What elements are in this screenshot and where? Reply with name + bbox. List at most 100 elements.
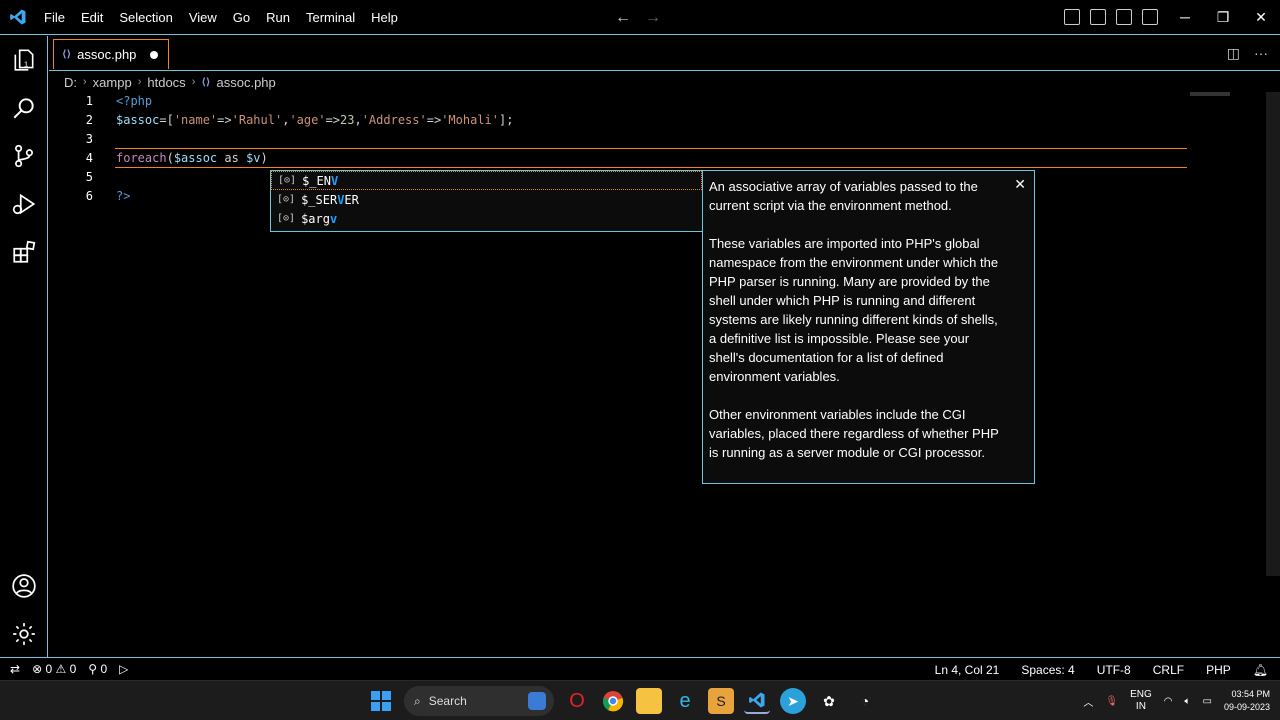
- tab-bar: ⟨⟩ assoc.php ◫ ···: [49, 36, 1280, 71]
- editor-actions: ◫ ···: [1227, 45, 1268, 62]
- show-hidden-icons-icon[interactable]: ︿: [1083, 694, 1093, 709]
- close-window-icon[interactable]: ✕: [1242, 0, 1280, 35]
- line-number: 3: [85, 132, 93, 146]
- breadcrumb-file[interactable]: assoc.php: [217, 75, 276, 90]
- toggle-secondary-sidebar-icon[interactable]: [1116, 9, 1132, 25]
- menu-selection[interactable]: Selection: [111, 0, 180, 35]
- error-icon: ⊗: [32, 662, 43, 676]
- warning-count: 0: [69, 662, 77, 676]
- minimap[interactable]: [1190, 92, 1230, 96]
- windows-taskbar: ⌕ Search O e S ➤ ✿ ◔ ︿ 🎙︎ ENG IN ◠ 🔈︎ ▭ …: [0, 680, 1280, 720]
- chevron-right-icon: ›: [137, 76, 142, 88]
- battery-icon[interactable]: ▭: [1203, 696, 1212, 707]
- opera-icon[interactable]: O: [564, 688, 590, 714]
- taskbar-search[interactable]: ⌕ Search: [404, 686, 554, 716]
- microphone-icon[interactable]: 🎙︎: [1105, 696, 1118, 707]
- language-mode[interactable]: PHP: [1206, 663, 1231, 677]
- suggestion-item[interactable]: [⊙] $argv: [271, 209, 702, 228]
- vscode-taskbar-icon[interactable]: [744, 688, 770, 714]
- menu-help[interactable]: Help: [363, 0, 406, 35]
- clock-date: 09-09-2023: [1223, 702, 1270, 712]
- remote-icon[interactable]: ⇄: [10, 662, 20, 676]
- encoding[interactable]: UTF-8: [1097, 663, 1131, 677]
- indentation[interactable]: Spaces: 4: [1021, 663, 1074, 677]
- suggestion-item[interactable]: [⊙] $_ENV: [271, 171, 702, 190]
- app-icon[interactable]: ✿: [816, 688, 842, 714]
- volume-icon[interactable]: 🔈︎: [1185, 696, 1191, 707]
- file-explorer-icon[interactable]: [636, 688, 662, 714]
- code-token: (: [166, 151, 174, 165]
- run-tasks-icon[interactable]: ▷: [119, 662, 128, 676]
- language-indicator[interactable]: ENG IN: [1130, 689, 1152, 713]
- wifi-icon[interactable]: ◠: [1164, 696, 1173, 707]
- code-text: ?>: [116, 187, 130, 206]
- minimize-icon[interactable]: ─: [1166, 0, 1204, 35]
- menu-run[interactable]: Run: [258, 0, 298, 35]
- menu-edit[interactable]: Edit: [73, 0, 111, 35]
- vertical-scrollbar[interactable]: [1266, 92, 1280, 576]
- cursor-position[interactable]: Ln 4, Col 21: [935, 663, 1000, 677]
- breadcrumb-xampp[interactable]: xampp: [93, 75, 132, 90]
- region-code: IN: [1135, 701, 1146, 712]
- menu-view[interactable]: View: [181, 0, 225, 35]
- toggle-panel-icon[interactable]: [1090, 9, 1106, 25]
- code-token: =>: [325, 113, 341, 127]
- clock[interactable]: 03:54 PM 09-09-2023: [1224, 688, 1270, 714]
- system-tray: ︿ 🎙︎ ENG IN ◠ 🔈︎ ▭ 03:54 PM 09-09-2023: [1083, 681, 1270, 720]
- breadcrumb-htdocs[interactable]: htdocs: [147, 75, 185, 90]
- window-controls: ─ ❐ ✕: [1166, 0, 1280, 35]
- code-token: ): [260, 151, 268, 165]
- forward-arrow-icon[interactable]: →: [645, 9, 661, 27]
- breadcrumb-drive[interactable]: D:: [64, 75, 77, 90]
- run-debug-icon[interactable]: [0, 180, 48, 228]
- close-icon[interactable]: ✕: [1014, 175, 1026, 194]
- more-actions-icon[interactable]: ···: [1254, 45, 1268, 62]
- recorder-icon[interactable]: ◔: [852, 688, 878, 714]
- menu-go[interactable]: Go: [225, 0, 258, 35]
- end-of-line[interactable]: CRLF: [1153, 663, 1184, 677]
- suggestion-label: $_SERVER: [301, 193, 359, 207]
- toggle-sidebar-icon[interactable]: [1064, 9, 1080, 25]
- windows-start-icon[interactable]: [368, 688, 394, 714]
- code-line[interactable]: 1 <?php: [49, 92, 1229, 111]
- code-token: 'Mohali': [441, 113, 499, 127]
- search-icon: ⌕: [414, 693, 421, 708]
- maximize-icon[interactable]: ❐: [1204, 0, 1242, 35]
- menu-terminal[interactable]: Terminal: [298, 0, 363, 35]
- code-line[interactable]: 4 foreach($assoc as $v): [49, 149, 1229, 168]
- sublime-text-icon[interactable]: S: [708, 688, 734, 714]
- settings-gear-icon[interactable]: [0, 610, 48, 658]
- code-line[interactable]: 2 $assoc=['name'=>'Rahul','age'=>23,'Addr…: [49, 111, 1229, 130]
- menu-file[interactable]: File: [36, 0, 73, 35]
- explorer-icon[interactable]: 1: [0, 36, 48, 84]
- activity-bar: 1: [0, 36, 48, 657]
- chrome-icon[interactable]: [600, 688, 626, 714]
- extensions-icon[interactable]: [0, 228, 48, 276]
- line-number: 6: [85, 189, 93, 203]
- title-bar: File Edit Selection View Go Run Terminal Help ←…: [0, 0, 1280, 35]
- telegram-icon[interactable]: ➤: [780, 688, 806, 714]
- edge-icon[interactable]: e: [672, 688, 698, 714]
- code-token: ?>: [116, 189, 131, 203]
- ports-indicator[interactable]: ⚲ 0: [88, 662, 107, 676]
- source-control-icon[interactable]: [0, 132, 48, 180]
- code-token: =>: [426, 113, 442, 127]
- unsaved-dot-icon[interactable]: [150, 51, 158, 59]
- layout-controls: [1064, 9, 1158, 25]
- chevron-right-icon: ›: [191, 76, 196, 88]
- navigation-arrows: ← →: [615, 0, 661, 35]
- variable-icon: [⊙]: [278, 175, 297, 186]
- code-token: 'Address': [361, 113, 427, 127]
- variable-icon: [⊙]: [277, 213, 296, 224]
- notifications-bell-icon[interactable]: 🔔︎: [1253, 663, 1268, 677]
- suggestion-item[interactable]: [⊙] $_SERVER: [271, 190, 702, 209]
- problems-indicator[interactable]: ⊗ 0 ⚠ 0: [32, 662, 76, 676]
- php-file-icon: ⟨⟩: [201, 76, 211, 88]
- customize-layout-icon[interactable]: [1142, 9, 1158, 25]
- search-icon[interactable]: [0, 84, 48, 132]
- split-editor-icon[interactable]: ◫: [1227, 45, 1240, 62]
- accounts-icon[interactable]: [0, 562, 48, 610]
- back-arrow-icon[interactable]: ←: [615, 9, 631, 27]
- tab-assoc-php[interactable]: ⟨⟩ assoc.php: [53, 39, 169, 69]
- code-line[interactable]: 3: [49, 130, 1229, 149]
